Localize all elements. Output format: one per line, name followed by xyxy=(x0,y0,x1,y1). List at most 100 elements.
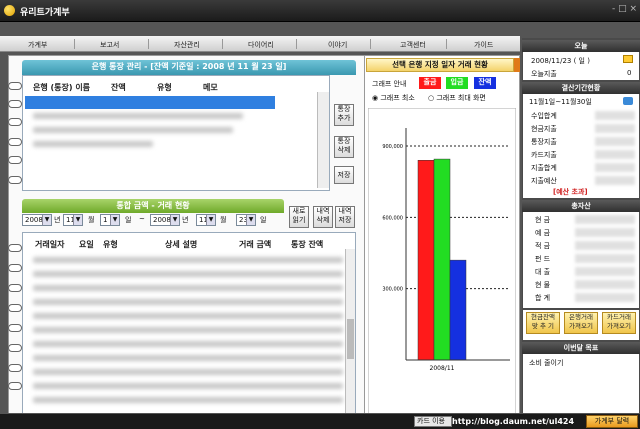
y-tick-label: 900,000 xyxy=(382,144,403,150)
to-day-select[interactable]: 23 ▼ xyxy=(236,214,256,226)
today-date: 2008/11/23 ( 일 ) xyxy=(531,57,590,65)
table-row[interactable] xyxy=(33,285,343,291)
nav-tab-diary[interactable]: 다이어리 xyxy=(248,40,274,50)
table-row[interactable] xyxy=(33,127,233,133)
table-row[interactable] xyxy=(33,271,343,277)
to-month-select[interactable]: 11 ▼ xyxy=(196,214,216,226)
transactions-table: 거래일자 요일 유형 상세 설명 거래 금액 통장 잔액 xyxy=(22,232,356,420)
calendar-icon[interactable] xyxy=(623,55,633,63)
table-row[interactable] xyxy=(33,355,343,361)
window-controls[interactable]: - □ × xyxy=(612,4,637,14)
spend-total-label: 지출합계 xyxy=(531,164,557,172)
bank-icon[interactable] xyxy=(623,97,633,105)
table-row[interactable] xyxy=(33,327,343,333)
asset-savings: 적 금 xyxy=(535,242,551,250)
table-row[interactable] xyxy=(33,383,343,389)
table-row[interactable] xyxy=(33,313,343,319)
today-section: 2008/11/23 ( 일 ) 오늘지출 0 xyxy=(523,52,639,80)
from-month-select[interactable]: 11 ▼ xyxy=(63,214,83,226)
card-usage-button[interactable]: 카드 이용 xyxy=(414,416,452,427)
col-amount: 거래 금액 xyxy=(239,240,272,249)
table-row[interactable] xyxy=(33,113,243,119)
month-label: 월 xyxy=(88,216,95,224)
import-bank-button[interactable]: 은행거래 가져오기 xyxy=(564,312,598,334)
spend-budget-label: 지출예산 xyxy=(531,177,557,185)
scrollbar-thumb[interactable] xyxy=(347,319,354,359)
settlement-period: 11월1일~11월30일 xyxy=(529,98,592,106)
bar-chart: 900,000 600,000 300,000 2008/11 xyxy=(368,108,516,420)
col-memo: 메모 xyxy=(203,83,218,92)
col-bank-name: 은행 (통장) 이름 xyxy=(33,83,91,92)
transactions-scrollbar[interactable] xyxy=(345,249,355,419)
legend-deposit: 입금 xyxy=(446,77,468,89)
graph-title: 선택 은행 지정 일자 거래 현황 xyxy=(366,58,514,72)
nav-tab-story[interactable]: 이야기 xyxy=(328,40,347,50)
legend-balance: 잔액 xyxy=(474,77,496,89)
asset-deposit: 예 금 xyxy=(535,229,551,237)
range-tilde: ~ xyxy=(139,215,145,223)
radio-checked-icon: ◉ xyxy=(372,94,379,102)
account-table: 은행 (통장) 이름 잔액 유형 메모 xyxy=(22,75,330,191)
card-spend-label: 카드지출 xyxy=(531,151,557,159)
nav-tab-guide[interactable]: 가이드 xyxy=(474,40,493,50)
window-title: 유리트가계부 xyxy=(20,8,70,18)
radio-graph-min[interactable]: ◉ 그래프 최소 xyxy=(372,93,415,103)
memo-header: 이번달 목표 xyxy=(522,342,640,354)
nav-tab-assets[interactable]: 자산관리 xyxy=(174,40,200,50)
year-label: 년 xyxy=(54,216,61,224)
right-sidebar: 오늘 2008/11/23 ( 일 ) 오늘지출 0 결산기간현황 11월1일~… xyxy=(522,38,640,429)
notebook-rings xyxy=(8,60,22,420)
ledger-calendar-button[interactable]: 가계부 달력 xyxy=(586,415,638,428)
legend-withdrawal: 출금 xyxy=(419,77,441,89)
radio-unchecked-icon: ○ xyxy=(428,94,435,102)
cash-balance-button[interactable]: 현금잔액 맞 추 기 xyxy=(526,312,560,334)
y-tick-label: 600,000 xyxy=(382,215,403,221)
account-scrollbar[interactable] xyxy=(317,92,329,188)
radio-graph-max[interactable]: ○ 그래프 최대 화면 xyxy=(428,93,486,103)
status-bar: 카드 이용 http://blog.daum.net/ul424 가계부 달력 xyxy=(0,413,640,429)
add-account-button[interactable]: 통장 추가 xyxy=(334,104,354,126)
from-year-select[interactable]: 2008 ▼ xyxy=(22,214,52,226)
col-date: 거래일자 xyxy=(35,240,65,249)
today-spend-label: 오늘지출 xyxy=(531,70,557,78)
today-header: 오늘 xyxy=(522,40,640,52)
save-entries-button[interactable]: 내역 저장 xyxy=(335,206,355,228)
save-account-button[interactable]: 저장 xyxy=(334,166,354,184)
col-balance: 잔액 xyxy=(111,83,126,92)
table-row[interactable] xyxy=(33,397,343,403)
app-logo-icon xyxy=(4,5,15,16)
assets-header: 총자산 xyxy=(522,200,640,212)
col-weekday: 요일 xyxy=(79,240,94,249)
table-row[interactable] xyxy=(33,299,343,305)
nav-tab-support[interactable]: 고객센터 xyxy=(400,40,426,50)
from-day-select[interactable]: 1 ▼ xyxy=(100,214,120,226)
year-label: 년 xyxy=(182,216,189,224)
table-row-selected[interactable] xyxy=(25,96,275,109)
budget-exceeded-warning: [예산 초과] xyxy=(553,188,588,196)
bank-spend-label: 통장지출 xyxy=(531,138,557,146)
nav-tab-report[interactable]: 보고서 xyxy=(100,40,119,50)
table-row[interactable] xyxy=(33,369,343,375)
refresh-button[interactable]: 새로 읽기 xyxy=(289,206,309,228)
day-label: 일 xyxy=(260,216,267,224)
col-type: 유형 xyxy=(157,83,172,92)
table-row[interactable] xyxy=(33,257,343,263)
asset-cash: 현 금 xyxy=(535,216,551,224)
bar-withdrawal xyxy=(417,160,435,361)
asset-fund: 펀 드 xyxy=(535,255,551,263)
delete-account-button[interactable]: 통장 삭제 xyxy=(334,136,354,158)
table-row[interactable] xyxy=(33,341,343,347)
nav-tab-ledger[interactable]: 가계부 xyxy=(28,40,47,50)
graph-guide-label: 그래프 안내 xyxy=(372,80,407,88)
monthly-goal-text: 소비 줄이기 xyxy=(529,359,564,367)
import-card-button[interactable]: 카드거래 가져오기 xyxy=(602,312,636,334)
x-tick-label: 2008/11 xyxy=(430,365,455,372)
blog-url-watermark: http://blog.daum.net/ul424 xyxy=(452,417,575,426)
day-label: 일 xyxy=(125,216,132,224)
cash-spend-label: 현금지출 xyxy=(531,125,557,133)
col-description: 상세 설명 xyxy=(165,240,198,249)
bar-deposit xyxy=(433,158,451,361)
table-row[interactable] xyxy=(33,141,153,147)
delete-entries-button[interactable]: 내역 삭제 xyxy=(313,206,333,228)
to-year-select[interactable]: 2008 ▼ xyxy=(150,214,180,226)
